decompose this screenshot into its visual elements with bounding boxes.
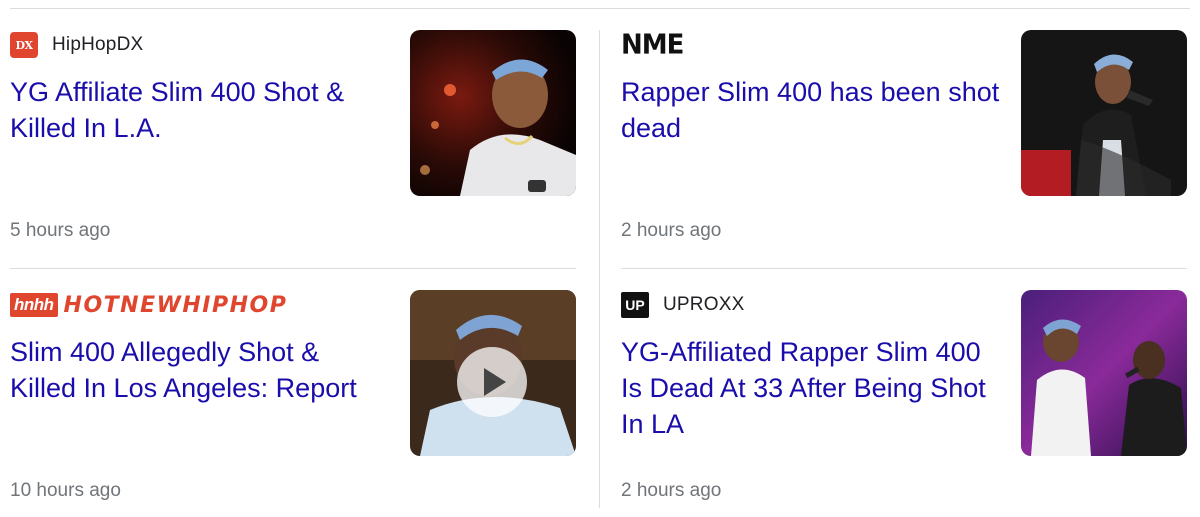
hiphopdx-logo-icon: DX: [10, 32, 38, 58]
news-card-hiphopdx[interactable]: DX HipHopDX YG Affiliate Slim 400 Shot &…: [10, 22, 576, 262]
row-divider: [10, 268, 576, 269]
photo-performer-icon: [410, 30, 576, 196]
nme-logo-icon: NME: [621, 29, 684, 61]
timestamp: 2 hours ago: [621, 480, 722, 501]
hnhh-badge: hnhh: [10, 293, 58, 317]
news-source: NME: [621, 29, 684, 61]
photo-performers-icon: [1021, 290, 1187, 456]
news-thumbnail[interactable]: [1021, 30, 1187, 196]
news-card-hotnewhiphop[interactable]: hnhh HOTNEWHIPHOP Slim 400 Allegedly Sho…: [10, 282, 576, 517]
play-button[interactable]: [457, 347, 527, 417]
source-name: HipHopDX: [52, 34, 144, 55]
news-thumbnail[interactable]: [410, 30, 576, 196]
timestamp: 10 hours ago: [10, 480, 121, 501]
timestamp: 2 hours ago: [621, 220, 722, 241]
news-source: hnhh HOTNEWHIPHOP: [10, 290, 287, 320]
news-headline[interactable]: YG-Affiliated Rapper Slim 400 Is Dead At…: [621, 334, 1001, 442]
column-divider: [599, 30, 600, 508]
hotnewhiphop-logo-icon: hnhh HOTNEWHIPHOP: [10, 293, 287, 318]
top-divider: [10, 8, 1190, 9]
news-card-nme[interactable]: NME Rapper Slim 400 has been shot dead 2…: [621, 22, 1187, 262]
hnhh-wordmark: HOTNEWHIPHOP: [63, 292, 288, 318]
news-source: DX HipHopDX: [10, 30, 143, 60]
news-thumbnail[interactable]: [1021, 290, 1187, 456]
news-source: UP UPROXX: [621, 290, 744, 320]
news-headline[interactable]: YG Affiliate Slim 400 Shot & Killed In L…: [10, 74, 390, 146]
news-headline[interactable]: Rapper Slim 400 has been shot dead: [621, 74, 1001, 146]
row-divider: [621, 268, 1187, 269]
timestamp: 5 hours ago: [10, 220, 111, 241]
news-headline[interactable]: Slim 400 Allegedly Shot & Killed In Los …: [10, 334, 390, 406]
source-name: UPROXX: [663, 294, 745, 315]
news-thumbnail[interactable]: [410, 290, 576, 456]
uproxx-logo-icon: UP: [621, 292, 649, 318]
photo-performer-icon: [1021, 30, 1187, 196]
play-icon: [484, 368, 506, 396]
news-card-uproxx[interactable]: UP UPROXX YG-Affiliated Rapper Slim 400 …: [621, 282, 1187, 517]
